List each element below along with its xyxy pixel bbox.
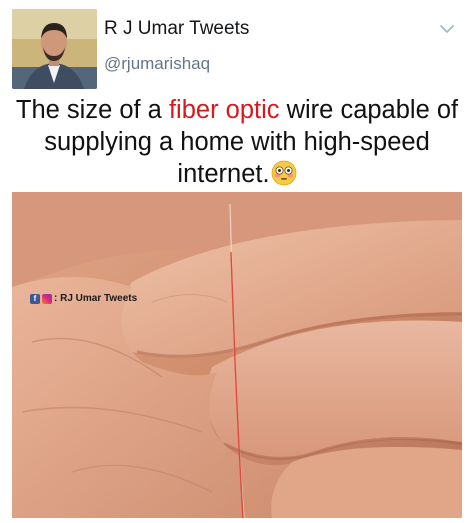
- photo-watermark: f : RJ Umar Tweets: [30, 293, 137, 304]
- author-handle[interactable]: @rjumarishaq: [104, 54, 210, 74]
- watermark-text: : RJ Umar Tweets: [54, 293, 138, 304]
- chevron-down-icon[interactable]: [438, 22, 456, 36]
- caption-highlight: fiber optic: [168, 96, 280, 124]
- flushed-face-icon: [271, 160, 297, 186]
- author-name[interactable]: R J Umar Tweets: [104, 18, 249, 40]
- instagram-icon: [42, 293, 52, 304]
- avatar[interactable]: [12, 9, 97, 89]
- facebook-icon: f: [30, 293, 40, 304]
- caption-text: The size of a: [15, 96, 169, 124]
- tweet-card: R J Umar Tweets @rjumarishaq The size of…: [0, 0, 474, 523]
- tweet-header: R J Umar Tweets @rjumarishaq: [0, 0, 474, 92]
- tweet-photo[interactable]: [12, 192, 462, 518]
- tweet-text: The size of a fiber optic wire capable o…: [0, 94, 474, 190]
